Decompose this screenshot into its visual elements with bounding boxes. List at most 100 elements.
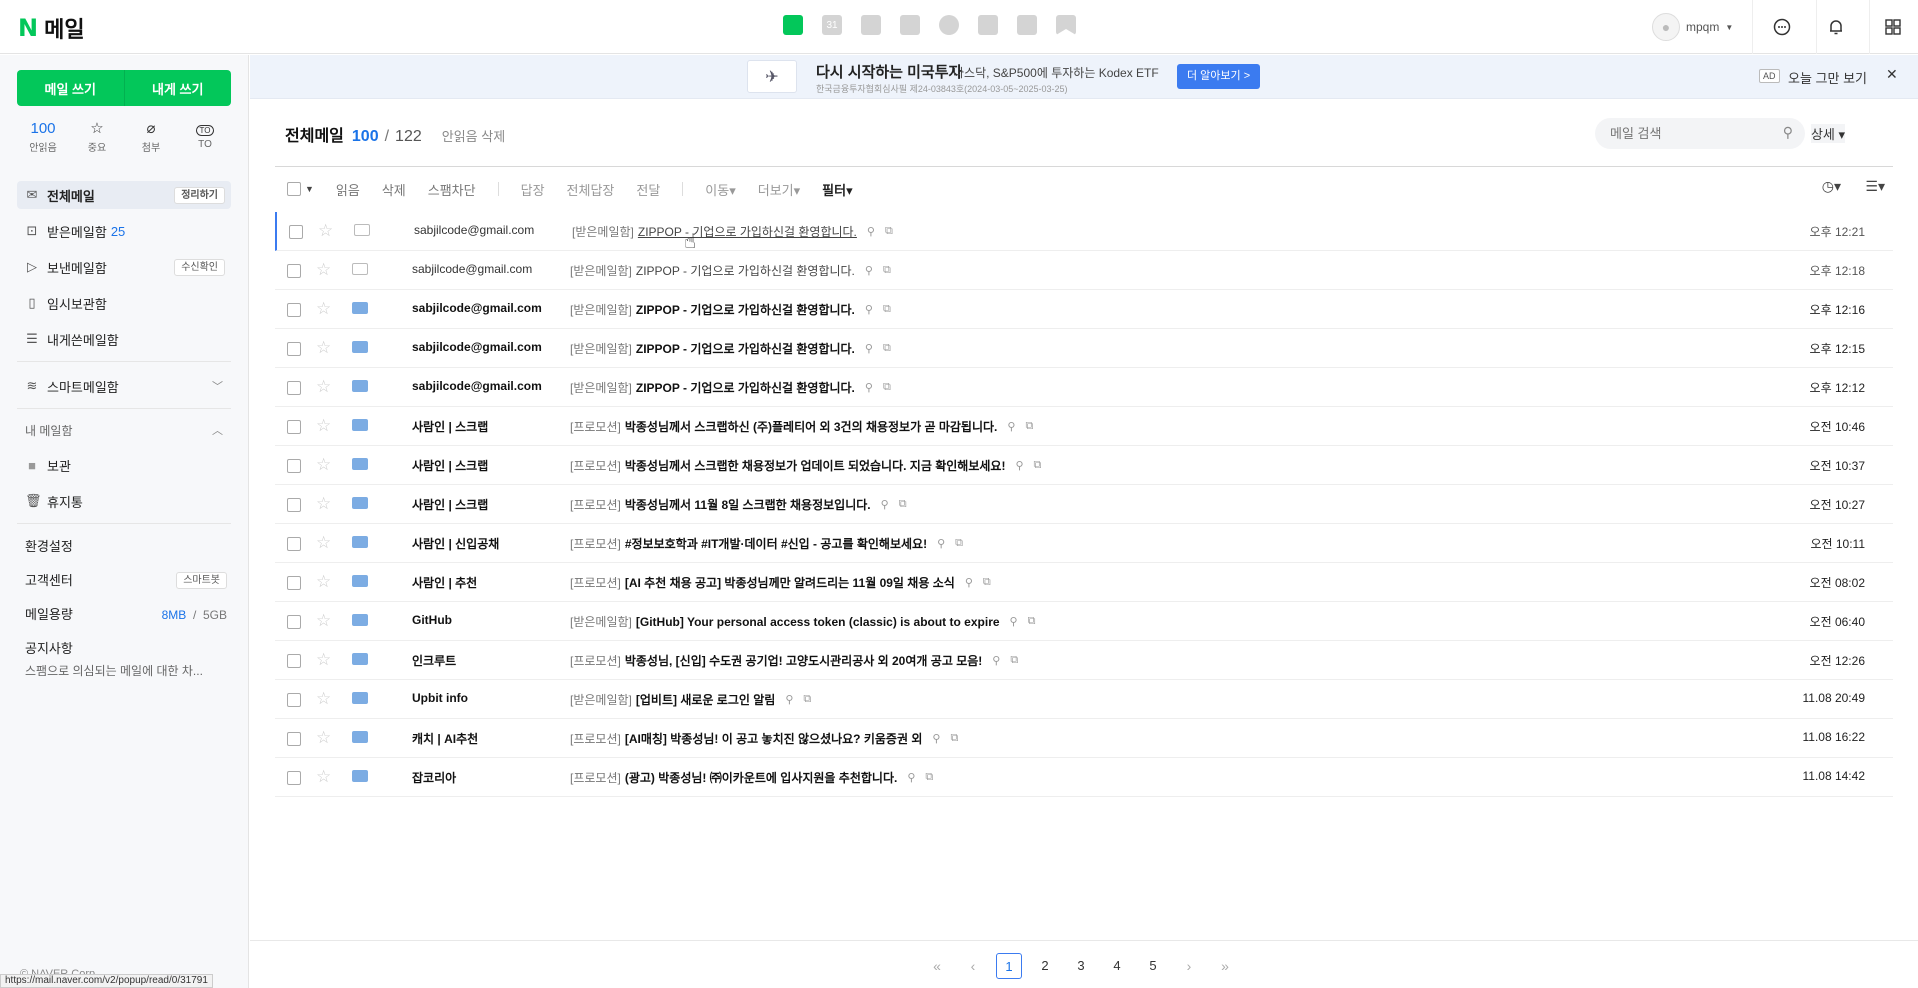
- chat-icon[interactable]: [1769, 14, 1795, 40]
- preview-icon[interactable]: ⚲: [992, 654, 1000, 667]
- mail-subject[interactable]: ZIPPOP - 기업으로 가입하신걸 환영합니다.: [638, 223, 857, 240]
- star-icon[interactable]: ☆: [316, 689, 331, 709]
- reply-button[interactable]: 답장: [521, 180, 545, 199]
- folder-archive[interactable]: ■ 보관: [17, 451, 231, 479]
- envelope-icon[interactable]: [352, 575, 368, 587]
- ad-more-button[interactable]: 더 알아보기 >: [1177, 64, 1261, 89]
- open-new-window-icon[interactable]: ⧉: [803, 693, 811, 706]
- row-checkbox[interactable]: [287, 459, 301, 473]
- folder-sent[interactable]: ▷ 보낸메일함 수신확인: [17, 253, 231, 281]
- star-icon[interactable]: ☆: [316, 416, 331, 436]
- row-checkbox[interactable]: [287, 342, 301, 356]
- page-4[interactable]: 4: [1104, 953, 1130, 979]
- mail-row[interactable]: ☆ 사람인 | 스크랩 [프로모션] 박종성님께서 11월 8일 스크랩한 채용정보입…: [275, 485, 1893, 524]
- mail-row[interactable]: ☆ GitHub [받은메일함] [GitHub] Your personal acc…: [275, 602, 1893, 641]
- mail-subject[interactable]: ZIPPOP - 기업으로 가입하신걸 환영합니다.: [636, 262, 855, 279]
- folder-all-mail[interactable]: ✉ 전체메일 정리하기: [17, 181, 231, 209]
- envelope-icon[interactable]: [354, 224, 370, 236]
- open-new-window-icon[interactable]: ⧉: [1034, 459, 1042, 472]
- envelope-icon[interactable]: [352, 536, 368, 548]
- search-input[interactable]: [1610, 126, 1770, 141]
- quick-important[interactable]: ☆ 중요: [75, 119, 119, 154]
- star-icon[interactable]: ☆: [318, 221, 333, 241]
- my-mailbox-header[interactable]: 내 메일함 ︿: [17, 419, 231, 443]
- star-icon[interactable]: ☆: [316, 260, 331, 280]
- home-icon[interactable]: [1016, 14, 1038, 36]
- bell-icon[interactable]: [1823, 14, 1849, 40]
- mail-row[interactable]: ☆ 잡코리아 [프로모션] (광고) 박종성님! ㈜이카운트에 입사지원을 추천합니다…: [275, 758, 1893, 797]
- mail-subject[interactable]: 박종성님, [신입] 수도권 공기업! 고양도시관리공사 외 20여개 공고 모…: [625, 652, 982, 669]
- folder-inbox[interactable]: ⊡ 받은메일함 25: [17, 217, 231, 245]
- mail-sender[interactable]: 사람인 | 스크랩: [412, 457, 562, 474]
- quick-to-me[interactable]: TO TO: [183, 119, 227, 154]
- star-icon[interactable]: ☆: [316, 572, 331, 592]
- mail-sender[interactable]: GitHub: [412, 613, 562, 627]
- row-checkbox[interactable]: [287, 693, 301, 707]
- row-checkbox[interactable]: [287, 654, 301, 668]
- preview-icon[interactable]: ⚲: [932, 732, 940, 745]
- quick-unread[interactable]: 100 안읽음: [21, 119, 65, 154]
- chevron-up-icon[interactable]: ︿: [212, 419, 223, 443]
- envelope-icon[interactable]: [352, 497, 368, 509]
- star-icon[interactable]: ☆: [316, 767, 331, 787]
- page-5[interactable]: 5: [1140, 953, 1166, 979]
- clock-sort-icon[interactable]: ◷▾: [1822, 178, 1841, 195]
- mail-sender[interactable]: 사람인 | 추천: [412, 574, 562, 591]
- last-page-icon[interactable]: »: [1212, 953, 1238, 979]
- page-2[interactable]: 2: [1032, 953, 1058, 979]
- star-icon[interactable]: ☆: [316, 299, 331, 319]
- preview-icon[interactable]: ⚲: [907, 771, 915, 784]
- open-new-window-icon[interactable]: ⧉: [899, 498, 907, 511]
- write-mail-button[interactable]: 메일 쓰기: [17, 70, 124, 106]
- mail-row[interactable]: ☆ 인크루트 [프로모션] 박종성님, [신입] 수도권 공기업! 고양도시관리공사 …: [275, 641, 1893, 680]
- row-checkbox[interactable]: [287, 264, 301, 278]
- open-new-window-icon[interactable]: ⧉: [983, 576, 991, 589]
- preview-icon[interactable]: ⚲: [965, 576, 973, 589]
- preview-icon[interactable]: ⚲: [785, 693, 793, 706]
- notice-text[interactable]: 스팸으로 의심되는 메일에 대한 차...: [17, 662, 231, 679]
- preview-icon[interactable]: ⚲: [1015, 459, 1023, 472]
- more-dropdown[interactable]: 더보기▾: [758, 180, 800, 199]
- settings-link[interactable]: 환경설정: [17, 534, 231, 560]
- preview-icon[interactable]: ⚲: [865, 342, 873, 355]
- write-to-self-button[interactable]: 내게 쓰기: [124, 70, 231, 106]
- row-checkbox[interactable]: [287, 615, 301, 629]
- preview-icon[interactable]: ⚲: [937, 537, 945, 550]
- user-menu[interactable]: ● mpqm ▼: [1652, 13, 1733, 41]
- row-checkbox[interactable]: [287, 771, 301, 785]
- unread-count[interactable]: 100: [352, 128, 379, 146]
- quick-attachment[interactable]: ⌀ 첨부: [129, 119, 173, 154]
- grid-menu-icon[interactable]: [1880, 14, 1906, 40]
- open-new-window-icon[interactable]: ⧉: [955, 537, 963, 550]
- hide-today-link[interactable]: 오늘 그만 보기: [1788, 68, 1867, 87]
- mark-read-button[interactable]: 읽음: [336, 180, 360, 199]
- mail-subject[interactable]: ZIPPOP - 기업으로 가입하신걸 환영합니다.: [636, 301, 855, 318]
- spam-block-button[interactable]: 스팸차단: [428, 180, 476, 199]
- mail-subject[interactable]: ZIPPOP - 기업으로 가입하신걸 환영합니다.: [636, 340, 855, 357]
- reply-all-button[interactable]: 전체답장: [567, 180, 615, 199]
- naver-mail-logo[interactable]: N 메일: [18, 12, 85, 44]
- star-icon[interactable]: ☆: [316, 494, 331, 514]
- mail-row[interactable]: ☆ 사람인 | 추천 [프로모션] [AI 추천 채용 공고] 박종성님께만 알려드리…: [275, 563, 1893, 602]
- envelope-icon[interactable]: [352, 692, 368, 704]
- chevron-down-icon[interactable]: ▼: [305, 184, 314, 194]
- mail-subject[interactable]: 박종성님께서 11월 8일 스크랩한 채용정보입니다.: [625, 496, 871, 513]
- bookmark-icon[interactable]: [1055, 14, 1077, 36]
- star-icon[interactable]: ☆: [316, 650, 331, 670]
- filter-dropdown[interactable]: 필터▾: [822, 180, 852, 199]
- open-new-window-icon[interactable]: ⧉: [1028, 615, 1036, 628]
- cube-icon[interactable]: [938, 14, 960, 36]
- preview-icon[interactable]: ⚲: [1010, 615, 1018, 628]
- envelope-icon[interactable]: [352, 614, 368, 626]
- mail-sender[interactable]: 잡코리아: [412, 769, 562, 786]
- star-icon[interactable]: ☆: [316, 611, 331, 631]
- smartbot-button[interactable]: 스마트봇: [176, 572, 227, 589]
- open-new-window-icon[interactable]: ⧉: [883, 303, 891, 316]
- open-new-window-icon[interactable]: ⧉: [1010, 654, 1018, 667]
- preview-icon[interactable]: ⚲: [1007, 420, 1015, 433]
- mail-sender[interactable]: 사람인 | 신입공채: [412, 535, 562, 552]
- first-page-icon[interactable]: «: [924, 953, 950, 979]
- mail-row[interactable]: ☆ Upbit info [받은메일함] [업비트] 새로운 로그인 알림 ⚲ ⧉ 11.0…: [275, 680, 1893, 719]
- envelope-icon[interactable]: [352, 770, 368, 782]
- star-icon[interactable]: ☆: [316, 377, 331, 397]
